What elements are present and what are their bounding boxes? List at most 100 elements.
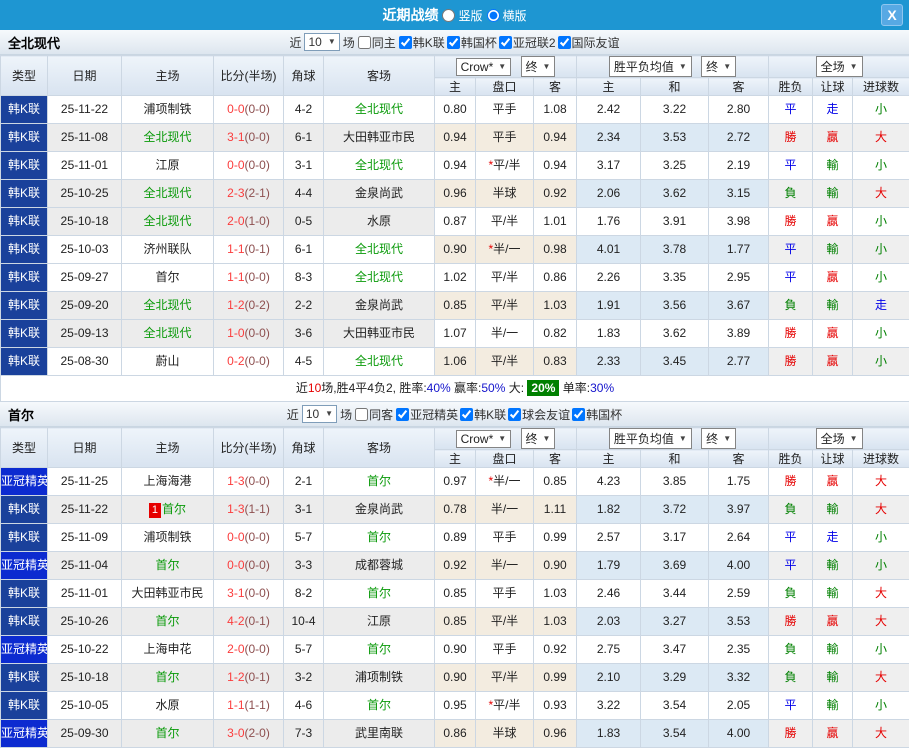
crow-away-odds: 0.92: [533, 179, 577, 208]
league-filter-checkbox[interactable]: [396, 407, 410, 421]
bookmaker-select-value: Crow*: [460, 432, 494, 446]
same-venue-checkbox[interactable]: [357, 35, 371, 49]
avg-away-odds: 2.35: [707, 635, 770, 664]
league-filter-checkbox[interactable]: [446, 35, 460, 49]
league-filter-checkbox[interactable]: [498, 35, 512, 49]
col-header-avg-home: 主: [576, 77, 641, 96]
handicap-cell: 半/一: [475, 319, 534, 348]
score-cell: 1-2(0-1): [213, 663, 284, 692]
team-section: 首尔 近 10 ▼ 场 同客 亚冠精英 韩K联 球会友谊 韩国杯 类型 日期 主…: [0, 402, 909, 748]
col-header-avg-home: 主: [576, 449, 641, 468]
scope-select[interactable]: 全场 ▼: [815, 428, 863, 449]
same-venue-filter[interactable]: 同主: [357, 34, 396, 51]
home-team-label: 上海申花: [143, 642, 192, 656]
score-main: 2-0: [227, 642, 245, 656]
avg-select[interactable]: 胜平负均值 ▼: [608, 428, 692, 449]
chevron-down-icon: ▼: [723, 61, 732, 71]
handicap-cell: 平/半: [475, 607, 534, 636]
crow-final-select[interactable]: 终 ▼: [520, 56, 556, 77]
scope-select[interactable]: 全场 ▼: [815, 56, 863, 77]
score-main: 0-0: [227, 530, 245, 544]
avg-away-odds: 3.98: [707, 207, 770, 236]
layout-option-horizontal[interactable]: 横版: [486, 7, 527, 24]
chevron-down-icon: ▼: [849, 433, 858, 443]
same-venue-filter[interactable]: 同客: [355, 406, 393, 423]
avg-select[interactable]: 胜平负均值 ▼: [608, 56, 692, 77]
league-cell: 韩K联: [0, 207, 48, 236]
same-venue-checkbox[interactable]: [355, 407, 369, 421]
rank-badge: 1: [148, 503, 162, 518]
handicap-result-cell: 贏: [812, 607, 854, 636]
league-filter-checkbox[interactable]: [557, 35, 571, 49]
league-filter[interactable]: 球会友谊: [508, 406, 570, 423]
odds-changed-star: *: [488, 158, 494, 172]
date-cell: 25-11-22: [47, 95, 122, 124]
crow-home-odds: 1.07: [434, 319, 476, 348]
same-venue-label: 同主: [371, 35, 396, 50]
league-cell: 韩K联: [0, 95, 48, 124]
score-main: 1-1: [227, 270, 245, 284]
match-row: 韩K联 25-10-18 首尔 1-2(0-1) 3-2 浦项制铁 0.90 平…: [0, 663, 909, 692]
avg-home-odds: 1.83: [576, 319, 641, 348]
result-cell: 平: [768, 691, 814, 720]
section-header: 全北现代 近 10 ▼ 场 同主 韩K联 韩国杯 亚冠联2 国际友谊: [0, 30, 909, 55]
away-team-cell: 武里南联: [323, 719, 435, 748]
league-filter-checkbox[interactable]: [460, 407, 474, 421]
match-row: 亚冠精英 25-10-22 上海申花 2-0(0-0) 5-7 首尔 0.90 …: [0, 635, 909, 664]
layout-option-vertical[interactable]: 竖版: [442, 7, 483, 24]
avg-final-select[interactable]: 终 ▼: [701, 428, 737, 449]
result-cell: 平: [768, 523, 814, 552]
result-cell: 負: [768, 179, 814, 208]
col-header-result: 胜负: [768, 449, 814, 468]
layout-radio-vertical[interactable]: [442, 8, 456, 22]
avg-away-odds: 2.80: [707, 95, 770, 124]
close-button[interactable]: X: [881, 4, 903, 26]
league-filter[interactable]: 韩国杯: [446, 34, 497, 51]
team-section: 全北现代 近 10 ▼ 场 同主 韩K联 韩国杯 亚冠联2 国际友谊 类型 日期…: [0, 30, 909, 402]
away-team-label: 首尔: [366, 586, 391, 600]
crow-home-odds: 0.78: [434, 495, 476, 524]
score-cell: 1-2(0-2): [213, 291, 284, 320]
score-cell: 0-0(0-0): [213, 551, 284, 580]
league-filter[interactable]: 国际友谊: [557, 34, 620, 51]
league-filter[interactable]: 韩K联: [398, 34, 445, 51]
crow-away-odds: 0.92: [533, 635, 577, 664]
avg-home-odds: 1.79: [576, 551, 641, 580]
chevron-down-icon: ▼: [849, 61, 858, 71]
bookmaker-select[interactable]: Crow* ▼: [455, 430, 512, 448]
games-count-select[interactable]: 10 ▼: [301, 405, 338, 423]
date-cell: 25-08-30: [47, 347, 122, 376]
layout-radio-horizontal[interactable]: [486, 8, 500, 22]
league-filter[interactable]: 亚冠精英: [396, 406, 458, 423]
games-count-select[interactable]: 10 ▼: [304, 33, 340, 51]
league-filter[interactable]: 韩国杯: [572, 406, 622, 423]
avg-home-odds: 4.23: [576, 467, 641, 496]
avg-home-odds: 2.34: [576, 123, 641, 152]
away-team-cell: 首尔: [323, 691, 435, 720]
col-header-home: 主场: [121, 55, 214, 96]
crow-away-odds: 1.03: [533, 607, 577, 636]
league-filter[interactable]: 韩K联: [460, 406, 506, 423]
chevron-down-icon: ▼: [498, 62, 507, 71]
bookmaker-select[interactable]: Crow* ▼: [455, 58, 512, 76]
away-team-label: 金泉尚武: [354, 186, 403, 200]
avg-final-select[interactable]: 终 ▼: [701, 56, 737, 77]
handicap-result-cell: 輸: [812, 291, 854, 320]
league-filter-checkbox[interactable]: [398, 35, 412, 49]
score-main: 4-2: [227, 614, 245, 628]
chevron-down-icon: ▼: [723, 433, 732, 443]
home-team-label: 蔚山: [155, 354, 180, 368]
league-filter-checkbox[interactable]: [508, 407, 522, 421]
summary-part: 单率:: [559, 381, 591, 395]
home-team-label: 大田韩亚市民: [131, 586, 204, 600]
avg-home-odds: 1.76: [576, 207, 641, 236]
crow-home-odds: 0.87: [434, 207, 476, 236]
crow-final-select[interactable]: 终 ▼: [520, 428, 556, 449]
league-filter[interactable]: 亚冠联2: [498, 34, 556, 51]
away-team-cell: 全北现代: [323, 95, 435, 124]
score-cell: 2-0(0-0): [213, 635, 284, 664]
goals-result-cell: 大: [852, 495, 909, 524]
handicap-cell: 半球: [475, 179, 534, 208]
league-filter-checkbox[interactable]: [572, 407, 586, 421]
score-main: 1-1: [227, 698, 245, 712]
